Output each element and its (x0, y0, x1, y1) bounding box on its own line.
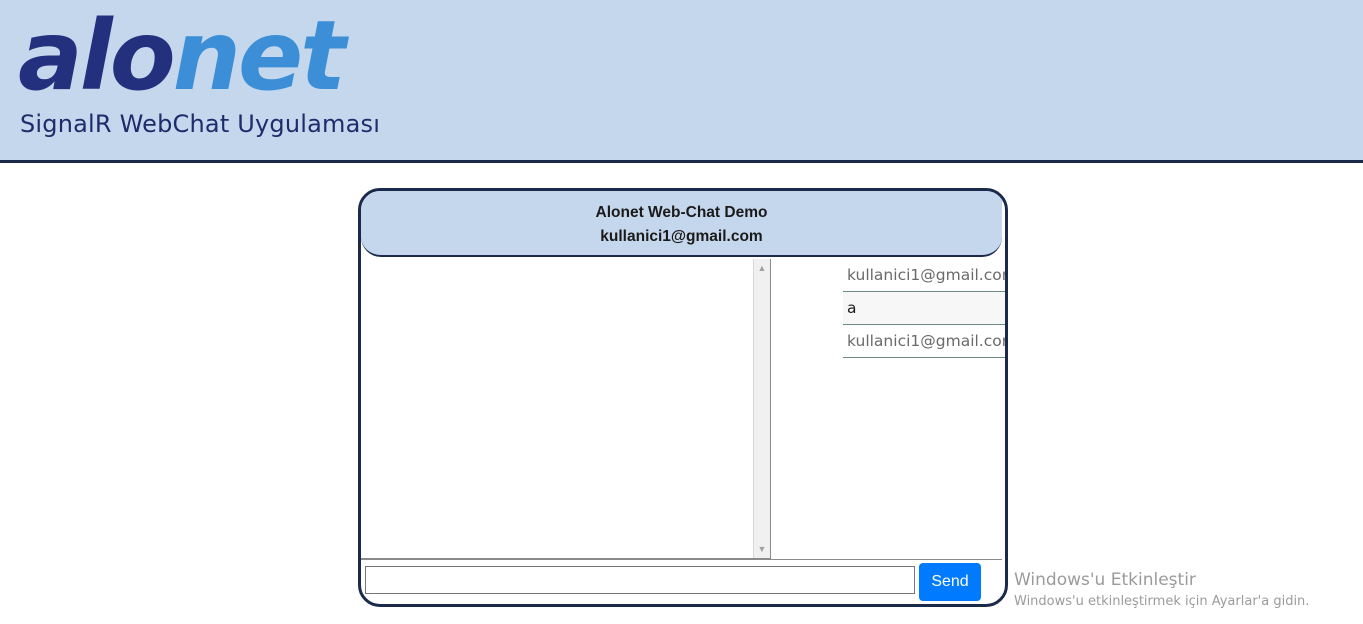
app-subtitle: SignalR WebChat Uygulaması (20, 110, 381, 138)
user-list-item: kullanici1@gmail.com (843, 259, 1005, 292)
current-user-email: kullanici1@gmail.com (600, 228, 763, 245)
message-scrollbar[interactable]: ▲ ▼ (753, 259, 770, 558)
svg-text:alonet: alonet (18, 14, 349, 104)
message-compose-bar: Send (361, 559, 1002, 604)
chat-window: Alonet Web-Chat Demo kullanici1@gmail.co… (358, 188, 1008, 607)
chat-title: Alonet Web-Chat Demo (595, 204, 768, 221)
watermark-title: Windows'u Etkinleştir (1014, 570, 1196, 590)
message-area[interactable]: ▲ ▼ (361, 259, 771, 559)
scroll-up-arrow-icon[interactable]: ▲ (754, 261, 770, 275)
watermark-subtitle: Windows'u etkinleştirmek için Ayarlar'a … (1014, 594, 1310, 609)
user-list-item: kullanici1@gmail.com (843, 325, 1005, 358)
send-button[interactable]: Send (919, 563, 981, 601)
message-input[interactable] (365, 566, 915, 594)
windows-activation-watermark: Windows'u Etkinleştir Windows'u etkinleş… (1014, 570, 1309, 609)
user-list-item: a (843, 292, 1005, 325)
chat-header: Alonet Web-Chat Demo kullanici1@gmail.co… (361, 191, 1002, 257)
alonet-logo: alonet (18, 14, 352, 104)
scroll-down-arrow-icon[interactable]: ▼ (754, 542, 770, 556)
page-header: alonet SignalR WebChat Uygulaması (0, 0, 1363, 163)
user-list: kullanici1@gmail.com a kullanici1@gmail.co… (843, 259, 1005, 358)
